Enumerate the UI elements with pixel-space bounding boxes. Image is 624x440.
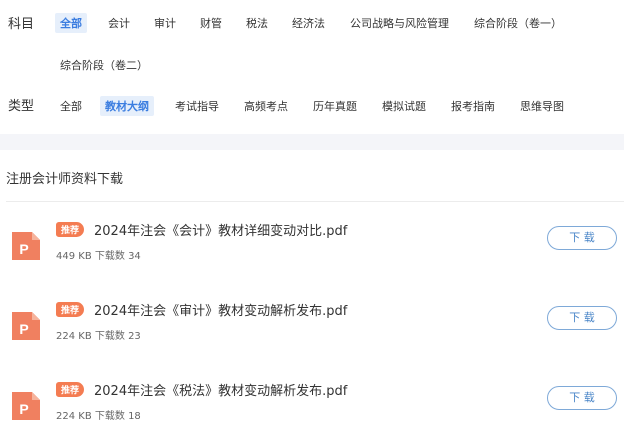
file-meta: 224 KB 下载数 18	[56, 407, 141, 422]
type-chip-key-points[interactable]: 高频考点	[239, 96, 293, 116]
download-button[interactable]: 下 载	[547, 306, 617, 330]
section-separator	[0, 134, 624, 150]
type-chip-exam-guide[interactable]: 考试指导	[170, 96, 224, 116]
subject-chip-strategy[interactable]: 公司战略与风险管理	[345, 13, 454, 33]
type-chip-mock-exams[interactable]: 模拟试题	[377, 96, 431, 116]
divider	[6, 201, 624, 202]
download-count: 34	[128, 251, 141, 262]
download-count: 23	[128, 331, 141, 342]
type-chip-past-exams[interactable]: 历年真题	[308, 96, 362, 116]
subject-label: 科目	[8, 17, 35, 32]
pdf-file-icon: P	[12, 232, 40, 260]
type-chip-textbook-outline[interactable]: 教材大纲	[100, 96, 154, 116]
pdf-icon-letter: P	[19, 401, 28, 417]
type-label: 类型	[8, 99, 35, 114]
download-count-label: 下载数	[94, 331, 125, 342]
download-count-label: 下载数	[94, 251, 125, 262]
subject-chip-tax[interactable]: 税法	[241, 13, 273, 33]
file-meta: 449 KB 下载数 34	[56, 247, 141, 262]
pdf-icon-letter: P	[19, 321, 28, 337]
file-item: P 推荐 2024年注会《税法》教材变动解析发布.pdf 224 KB 下载数 …	[0, 380, 624, 440]
section-title: 注册会计师资料下载	[6, 172, 124, 187]
file-name[interactable]: 2024年注会《税法》教材变动解析发布.pdf	[94, 380, 347, 399]
download-button[interactable]: 下 载	[547, 386, 617, 410]
file-size: 224 KB	[56, 411, 92, 422]
file-size: 449 KB	[56, 251, 92, 262]
type-chip-mind-map[interactable]: 思维导图	[515, 96, 569, 116]
pdf-file-icon: P	[12, 392, 40, 420]
file-item: P 推荐 2024年注会《会计》教材详细变动对比.pdf 449 KB 下载数 …	[0, 220, 624, 280]
file-name[interactable]: 2024年注会《审计》教材变动解析发布.pdf	[94, 300, 347, 319]
subject-chip-finance[interactable]: 财管	[195, 13, 227, 33]
recommend-tag: 推荐	[56, 382, 85, 397]
subject-chip-comprehensive-2[interactable]: 综合阶段（卷二）	[55, 55, 153, 75]
subject-chip-accounting[interactable]: 会计	[103, 13, 135, 33]
file-size: 224 KB	[56, 331, 92, 342]
pdf-file-icon: P	[12, 312, 40, 340]
recommend-tag: 推荐	[56, 302, 85, 317]
subject-chip-all[interactable]: 全部	[55, 13, 87, 33]
type-chip-all[interactable]: 全部	[55, 96, 87, 116]
subject-chip-economic-law[interactable]: 经济法	[287, 13, 330, 33]
download-count: 18	[128, 411, 141, 422]
type-chip-registration-guide[interactable]: 报考指南	[446, 96, 500, 116]
file-name[interactable]: 2024年注会《会计》教材详细变动对比.pdf	[94, 220, 347, 239]
download-button[interactable]: 下 载	[547, 226, 617, 250]
subject-chip-comprehensive-1[interactable]: 综合阶段（卷一）	[469, 13, 567, 33]
recommend-tag: 推荐	[56, 222, 85, 237]
pdf-icon-letter: P	[19, 241, 28, 257]
file-meta: 224 KB 下载数 23	[56, 327, 141, 342]
file-item: P 推荐 2024年注会《审计》教材变动解析发布.pdf 224 KB 下载数 …	[0, 300, 624, 360]
subject-chip-audit[interactable]: 审计	[149, 13, 181, 33]
download-count-label: 下载数	[94, 411, 125, 422]
